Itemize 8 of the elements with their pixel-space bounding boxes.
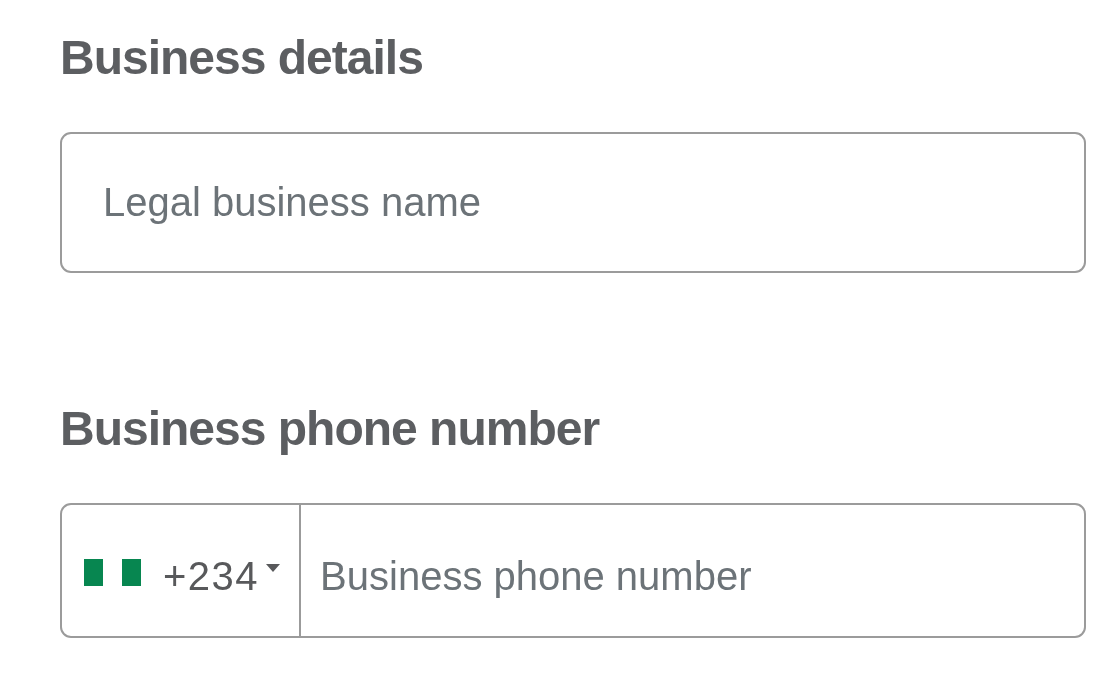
section-heading: Business details: [60, 30, 423, 86]
phone-field[interactable]: +234 Business phone number: [60, 503, 1086, 638]
input-field[interactable]: Legal business name: [60, 132, 1086, 273]
section-heading: Business phone number: [60, 401, 600, 457]
caret-icon: [266, 563, 281, 572]
phone-number-input[interactable]: Business phone number: [299, 505, 1084, 636]
flag-icon: [84, 559, 141, 586]
country-code-select[interactable]: +234: [62, 505, 300, 636]
